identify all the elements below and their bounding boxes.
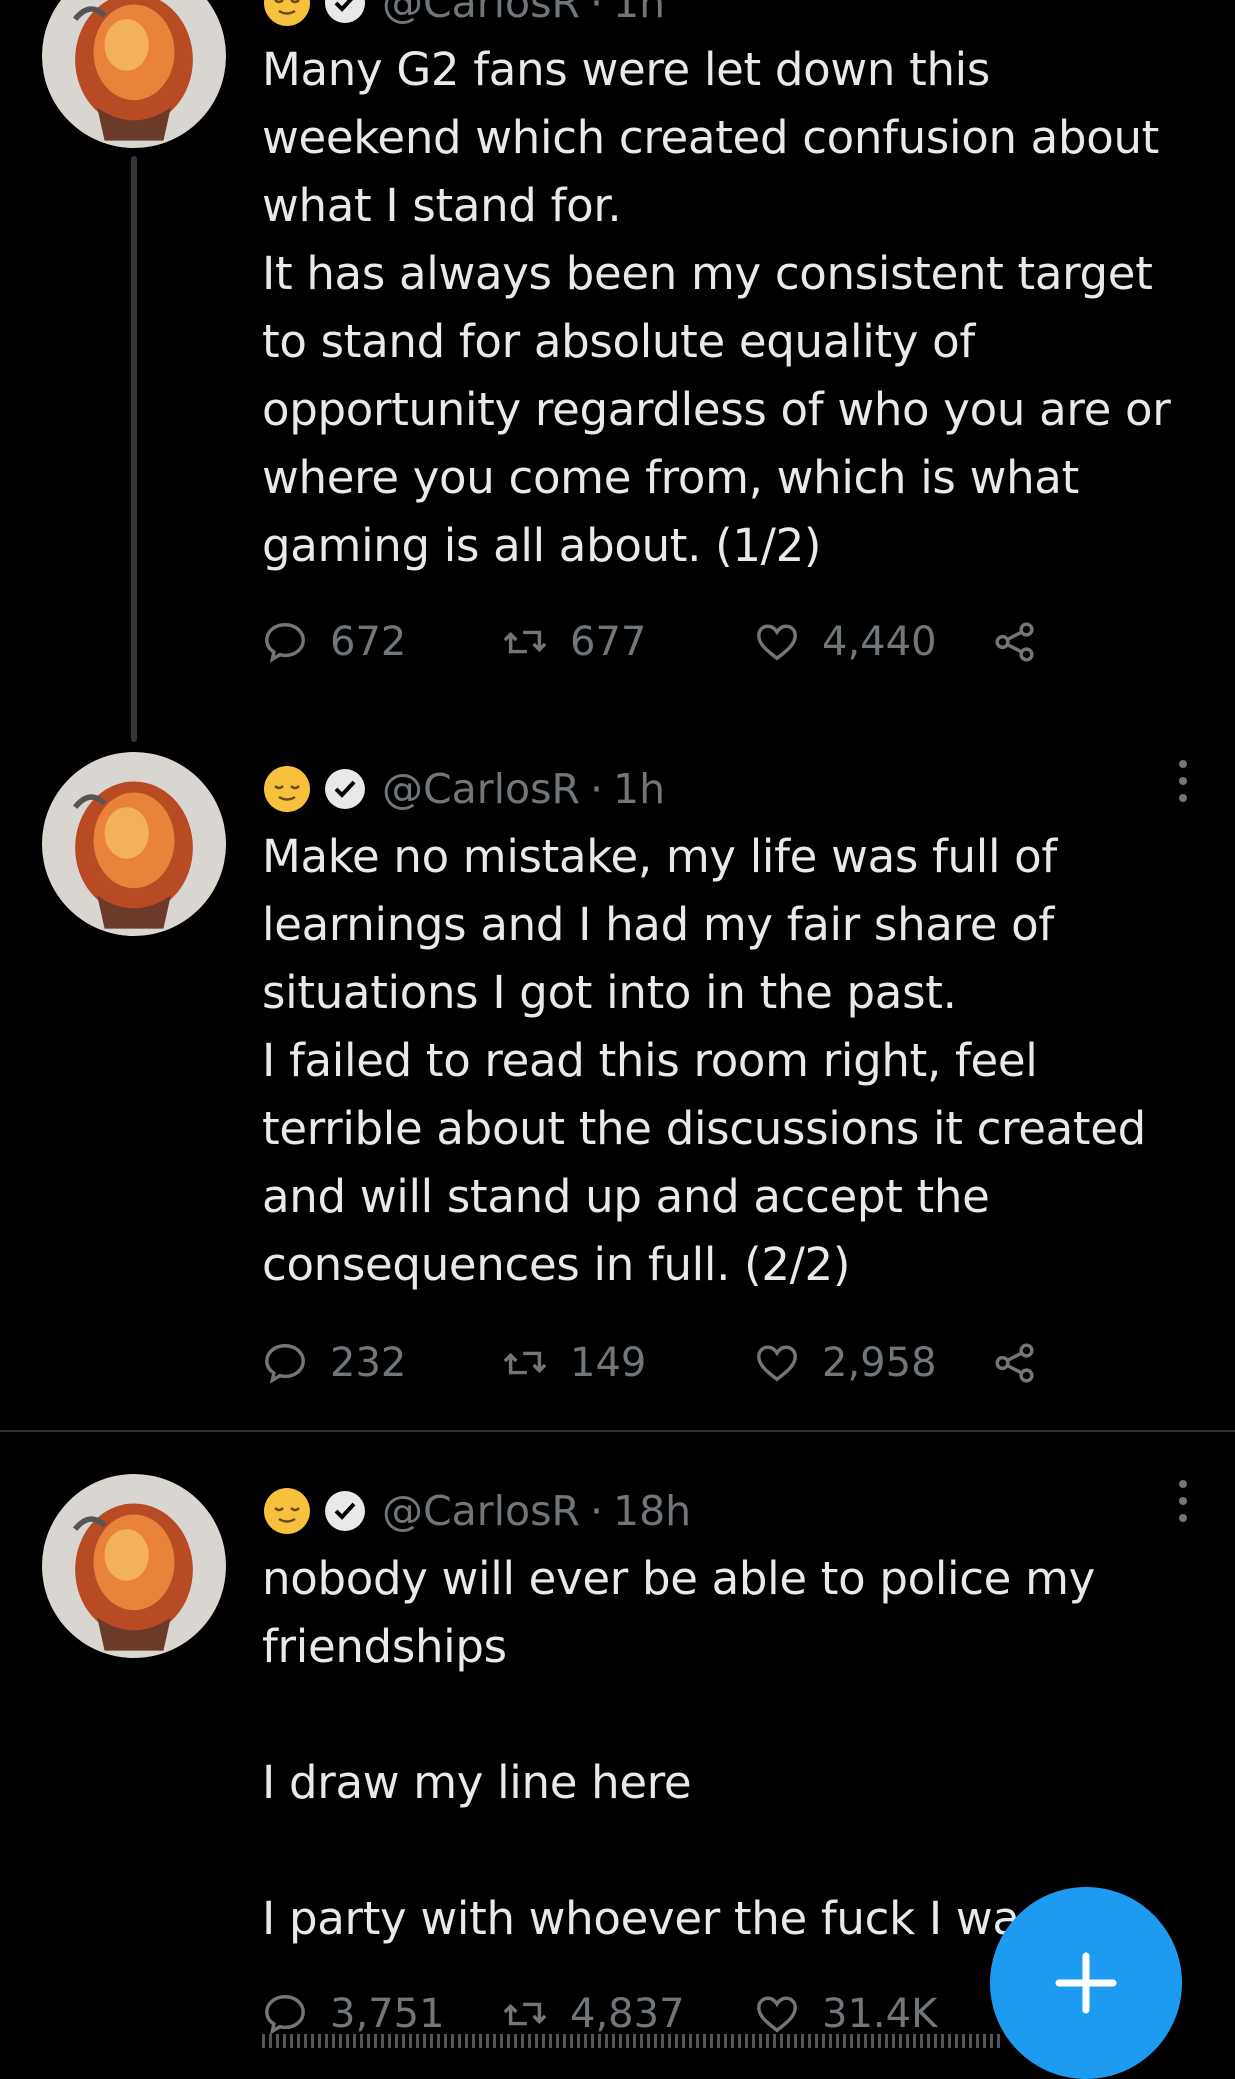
tweet-time[interactable]: 1h xyxy=(613,765,665,813)
retweet-count: 677 xyxy=(570,619,647,665)
retweet-button[interactable]: 149 xyxy=(502,1333,646,1393)
reply-count: 232 xyxy=(330,1340,407,1386)
tweet-header: @CarlosR · 1h xyxy=(262,0,665,34)
like-count: 31.4K xyxy=(822,1991,938,2037)
retweet-count: 149 xyxy=(570,1340,647,1386)
more-options-icon[interactable] xyxy=(1173,1478,1193,1524)
thread-line xyxy=(131,156,137,742)
compose-tweet-button[interactable] xyxy=(990,1887,1182,2079)
reply-count: 3,751 xyxy=(330,1991,445,2037)
reply-button[interactable]: 232 xyxy=(262,1333,406,1393)
tweet-text: Many G2 fans were let down this weekend … xyxy=(262,43,1171,572)
more-options-icon[interactable] xyxy=(1173,758,1193,804)
retweet-icon xyxy=(503,2002,547,2026)
tweet-handle[interactable]: @CarlosR xyxy=(382,0,580,27)
tweet-handle[interactable]: @CarlosR xyxy=(382,1487,580,1535)
avatar[interactable] xyxy=(42,1474,226,1658)
tweet-actions: 672 677 4,440 xyxy=(262,612,1162,672)
tweet-time[interactable]: 1h xyxy=(613,0,665,27)
avatar-image xyxy=(42,0,226,148)
retweet-count: 4,837 xyxy=(570,1991,685,2037)
retweet-icon xyxy=(503,1351,547,1375)
verified-badge-icon xyxy=(325,0,365,23)
share-icon xyxy=(995,1343,1034,1383)
relieved-face-icon xyxy=(264,1488,310,1534)
tweet-header: @CarlosR · 18h xyxy=(262,1480,691,1542)
avatar-image xyxy=(42,752,226,936)
plus-icon xyxy=(1055,1952,1117,2014)
share-icon xyxy=(995,622,1034,662)
heart-icon xyxy=(757,1996,797,2033)
like-count: 2,958 xyxy=(822,1340,937,1386)
share-button[interactable] xyxy=(992,612,1060,672)
verified-badge-icon xyxy=(325,769,365,809)
tweet-handle[interactable]: @CarlosR xyxy=(382,765,580,813)
reply-icon xyxy=(265,1995,305,2035)
tweet-header: @CarlosR · 1h xyxy=(262,758,665,820)
reply-button[interactable]: 672 xyxy=(262,612,406,672)
header-separator: · xyxy=(589,0,603,27)
reply-icon xyxy=(265,1344,305,1384)
like-button[interactable]: 2,958 xyxy=(754,1333,937,1393)
heart-icon xyxy=(757,624,797,661)
header-separator: · xyxy=(589,1487,603,1535)
reply-icon xyxy=(265,623,305,663)
retweet-button[interactable]: 677 xyxy=(502,612,646,672)
retweet-icon xyxy=(503,630,547,654)
like-button[interactable]: 4,440 xyxy=(754,612,937,672)
header-separator: · xyxy=(589,765,603,813)
tweet-actions: 232 149 2,958 xyxy=(262,1333,1162,1393)
relieved-face-icon xyxy=(264,0,310,26)
tweet-time[interactable]: 18h xyxy=(613,1487,691,1535)
next-content-edge xyxy=(262,2034,1002,2048)
tweet-text: Make no mistake, my life was full of lea… xyxy=(262,830,1146,1291)
avatar[interactable] xyxy=(42,752,226,936)
like-count: 4,440 xyxy=(822,619,937,665)
share-button[interactable] xyxy=(992,1333,1060,1393)
avatar[interactable] xyxy=(42,0,226,148)
reply-count: 672 xyxy=(330,619,407,665)
heart-icon xyxy=(757,1345,797,1382)
relieved-face-icon xyxy=(264,766,310,812)
avatar-image xyxy=(42,1474,226,1658)
verified-badge-icon xyxy=(325,1491,365,1531)
tweet-divider xyxy=(0,1430,1235,1432)
